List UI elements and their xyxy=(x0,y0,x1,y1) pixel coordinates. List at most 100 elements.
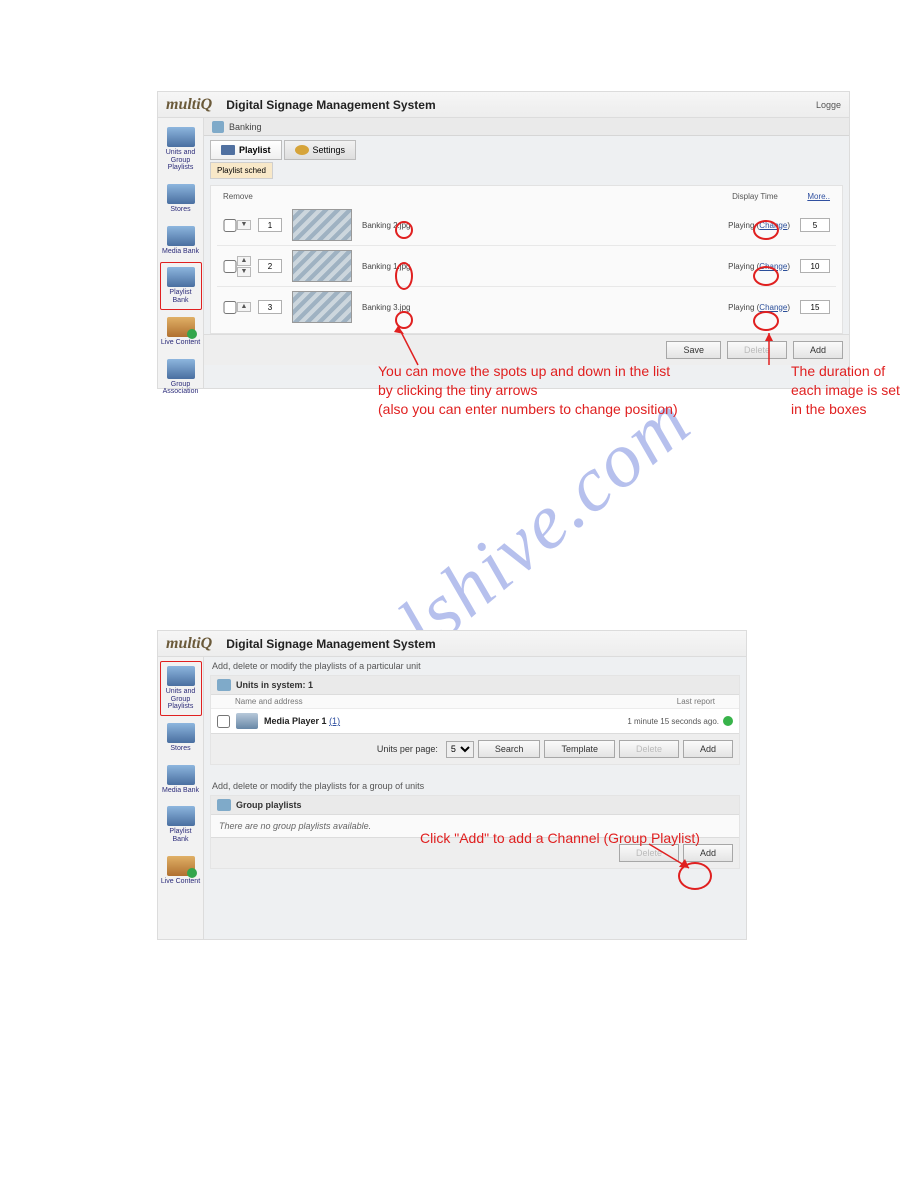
col-name-address: Name and address xyxy=(235,697,303,706)
sidebar-item-2[interactable]: Media Bank xyxy=(160,760,202,800)
sidebar-item-icon xyxy=(167,267,195,287)
tab-row: Playlist Settings xyxy=(204,136,849,160)
sidebar: Units and Group PlaylistsStores Media Ban… xyxy=(158,118,204,388)
breadcrumb-icon xyxy=(212,121,224,133)
thumbnail xyxy=(292,250,352,282)
sidebar-item-icon xyxy=(167,317,195,337)
units-toolbar: Units per page: 5 Search Template Delete… xyxy=(211,733,739,764)
tab-settings-label: Settings xyxy=(313,145,346,155)
sidebar-item-0[interactable]: Units and Group Playlists xyxy=(160,122,202,177)
move-up-button[interactable]: ▲ xyxy=(237,302,251,312)
sidebar-item-5[interactable]: Group Association xyxy=(160,354,202,401)
app-title-2: Digital Signage Management System xyxy=(226,637,435,651)
sidebar-item-icon xyxy=(167,765,195,785)
more-link[interactable]: More.. xyxy=(790,192,830,201)
sidebar-item-icon xyxy=(167,359,195,379)
app-title: Digital Signage Management System xyxy=(226,98,435,112)
tab-playlist[interactable]: Playlist xyxy=(210,140,282,160)
gear-icon xyxy=(295,145,309,155)
remove-checkbox[interactable] xyxy=(223,301,237,314)
duration-input[interactable] xyxy=(800,300,830,314)
col-remove: Remove xyxy=(223,192,273,201)
sidebar-item-label: Playlist Bank xyxy=(161,828,201,843)
filename: Banking 1.jpg xyxy=(362,262,482,271)
sidebar-item-4[interactable]: Live Content xyxy=(160,851,202,891)
sidebar-item-label: Live Content xyxy=(161,339,201,347)
units-per-page-label: Units per page: xyxy=(377,744,438,754)
info-bottom: Add, delete or modify the playlists for … xyxy=(204,777,746,793)
info-top: Add, delete or modify the playlists of a… xyxy=(204,657,746,673)
units-add-button[interactable]: Add xyxy=(683,740,733,758)
breadcrumb: Banking xyxy=(204,118,849,136)
playlist-row: ▲Banking 3.jpgPlaying (Change) xyxy=(217,287,836,327)
sidebar-item-label: Stores xyxy=(161,745,201,753)
search-button[interactable]: Search xyxy=(478,740,541,758)
breadcrumb-label: Banking xyxy=(229,122,262,132)
group-panel-title: Group playlists xyxy=(236,800,302,810)
remove-checkbox[interactable] xyxy=(223,260,237,273)
playlist-panel: Remove Display Time More.. ▼Banking 2.jp… xyxy=(210,185,843,334)
annotation-circle-dur-1 xyxy=(753,220,779,240)
duration-input[interactable] xyxy=(800,259,830,273)
add-button[interactable]: Add xyxy=(793,341,843,359)
media-player-icon xyxy=(236,713,258,729)
playlist-row: ▼Banking 2.jpgPlaying (Change) xyxy=(217,205,836,246)
sidebar-item-label: Media Bank xyxy=(161,787,201,795)
annotation-text-right: The duration of each image is set in the… xyxy=(791,362,918,419)
units-panel: Units in system: 1 Name and address Last… xyxy=(210,675,740,765)
sidebar-item-4[interactable]: Live Content xyxy=(160,312,202,352)
group-icon xyxy=(217,799,231,811)
template-button[interactable]: Template xyxy=(544,740,615,758)
annotation-circle-arrow-1 xyxy=(395,221,413,239)
order-input[interactable] xyxy=(258,218,282,232)
header-bar: multiQ Digital Signage Management System… xyxy=(158,92,849,118)
screenshot-1: multiQ Digital Signage Management System… xyxy=(157,91,850,389)
sidebar-item-icon xyxy=(167,856,195,876)
sidebar-item-1[interactable]: Stores xyxy=(160,718,202,758)
annotation-text-left: You can move the spots up and down in th… xyxy=(378,362,778,419)
tab-settings[interactable]: Settings xyxy=(284,140,357,160)
playlist-tab-icon xyxy=(221,145,235,155)
sidebar-item-2[interactable]: Media Bank xyxy=(160,221,202,261)
screenshot-2: multiQ Digital Signage Management System… xyxy=(157,630,747,940)
sidebar-item-icon xyxy=(167,666,195,686)
sidebar-item-3[interactable]: Playlist Bank xyxy=(160,262,202,309)
annotation-circle-dur-3 xyxy=(753,311,779,331)
units-panel-title: Units in system: 1 xyxy=(236,680,313,690)
sidebar-item-label: Live Content xyxy=(161,878,201,886)
unit-name: Media Player 1 xyxy=(264,716,327,726)
move-down-button[interactable]: ▼ xyxy=(237,220,251,230)
annotation-circle-dur-2 xyxy=(753,266,779,286)
sidebar-item-icon xyxy=(167,806,195,826)
unit-id-link[interactable]: (1) xyxy=(329,716,340,726)
unit-checkbox[interactable] xyxy=(217,715,230,728)
sidebar-item-3[interactable]: Playlist Bank xyxy=(160,801,202,848)
remove-checkbox[interactable] xyxy=(223,219,237,232)
logged-label: Logge xyxy=(816,100,841,110)
logo-2: multiQ xyxy=(166,635,212,653)
units-delete-button[interactable]: Delete xyxy=(619,740,679,758)
units-per-page-select[interactable]: 5 xyxy=(446,741,474,758)
sidebar-item-0[interactable]: Units and Group Playlists xyxy=(160,661,202,716)
move-up-button[interactable]: ▲ xyxy=(237,256,251,266)
move-down-button[interactable]: ▼ xyxy=(237,267,251,277)
sidebar-item-1[interactable]: Stores xyxy=(160,179,202,219)
sidebar-item-label: Media Bank xyxy=(161,248,201,256)
col-display-time: Display Time xyxy=(720,192,790,201)
order-input[interactable] xyxy=(258,300,282,314)
status-dot-icon xyxy=(723,716,733,726)
annotation-circle-arrow-2 xyxy=(395,262,413,290)
order-input[interactable] xyxy=(258,259,282,273)
tab-playlist-sched[interactable]: Playlist sched xyxy=(210,162,273,179)
sidebar-item-label: Units and Group Playlists xyxy=(161,688,201,711)
sidebar-item-icon xyxy=(167,184,195,204)
filename: Banking 3.jpg xyxy=(362,303,482,312)
tab-playlist-label: Playlist xyxy=(239,145,271,155)
sidebar-item-icon xyxy=(167,226,195,246)
sidebar-item-label: Group Association xyxy=(161,381,201,396)
save-button[interactable]: Save xyxy=(666,341,721,359)
duration-input[interactable] xyxy=(800,218,830,232)
unit-row[interactable]: Media Player 1 (1) 1 minute 15 seconds a… xyxy=(211,709,739,733)
playlist-row: ▲▼Banking 1.jpgPlaying (Change) xyxy=(217,246,836,287)
logo: multiQ xyxy=(166,96,212,114)
